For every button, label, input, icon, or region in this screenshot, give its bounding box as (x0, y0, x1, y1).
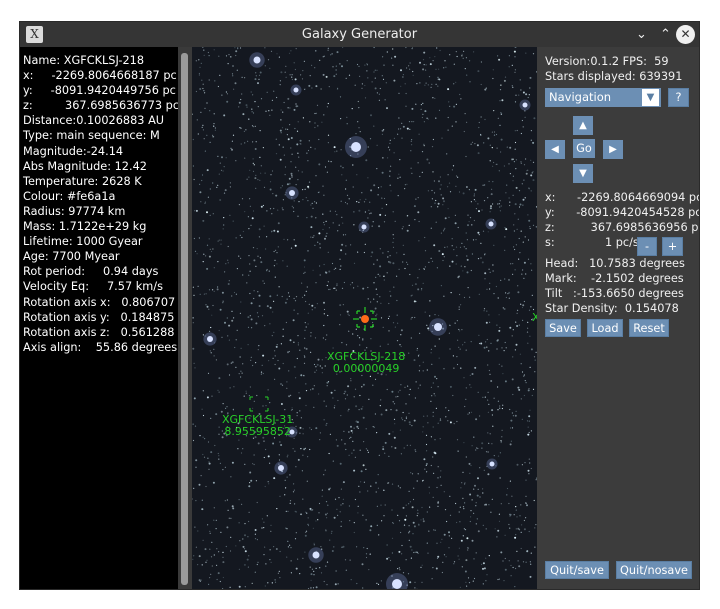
info-type: Type: main sequence: M (23, 129, 160, 143)
splitter-handle[interactable] (181, 53, 188, 585)
speed-text: s: 1 pc/s (545, 236, 639, 249)
info-lifetime: Lifetime: 1000 Gyear (23, 235, 143, 249)
info-velocity: Velocity Eq: 7.57 km/s (23, 280, 163, 294)
chevron-down-icon[interactable]: ▼ (642, 89, 659, 106)
info-x: x: -2269.8064668187 pc (23, 69, 177, 83)
info-magnitude: Magnitude:-24.14 (23, 144, 124, 158)
reset-button[interactable]: Reset (629, 319, 669, 337)
quit-nosave-button[interactable]: Quit/nosave (616, 561, 692, 579)
nav-left-button[interactable]: ◀ (545, 140, 565, 159)
starfield-canvas[interactable] (192, 47, 537, 590)
coord-z-text: z: 367.6985636956 pc (545, 221, 700, 234)
info-colour: Colour: #fe6a1a (23, 189, 116, 203)
load-button[interactable]: Load (587, 319, 623, 337)
control-panel: Version:0.1.2 FPS: 59 Stars displayed: 6… (537, 47, 700, 589)
info-z: z: 367.6985636773 pc (23, 99, 180, 113)
info-rot-axis-z: Rotation axis z: 0.561288 (23, 325, 175, 339)
info-y: y: -8091.9420449756 pc (23, 84, 176, 98)
nav-down-button[interactable]: ▼ (573, 164, 593, 183)
nav-up-button[interactable]: ▲ (573, 116, 593, 135)
star-density-text: Star Density: 0.154078 (545, 302, 679, 315)
selected-star-distance: 0.00000049 (332, 362, 400, 375)
stars-displayed-text: Stars displayed: 639391 (545, 70, 683, 83)
save-button[interactable]: Save (545, 319, 581, 337)
info-radius: Radius: 97774 km (23, 204, 126, 218)
go-button[interactable]: Go (573, 139, 595, 158)
info-age: Age: 7700 Myear (23, 250, 120, 264)
mode-select-value: Navigation (549, 90, 612, 104)
mark-text: Mark: -2.1502 degrees (545, 272, 684, 285)
help-button[interactable]: ? (668, 88, 689, 107)
panel-splitter[interactable] (178, 47, 192, 589)
other-star-distance: 8.95595852 (224, 425, 291, 438)
info-mass: Mass: 1.7122e+29 kg (23, 220, 147, 234)
window-title: Galaxy Generator (301, 27, 418, 42)
speed-minus-button[interactable]: - (637, 237, 657, 256)
info-distance: Distance:0.10026883 AU (23, 114, 165, 128)
info-name: Name: XGFCKLSJ-218 (23, 54, 145, 67)
info-abs-magnitude: Abs Magnitude: 12.42 (23, 159, 147, 173)
heading-text: Head: 10.7583 degrees (545, 257, 685, 270)
nav-right-button[interactable]: ▶ (603, 140, 623, 159)
star-info-panel: Name: XGFCKLSJ-218 x: -2269.8064668187 p… (20, 47, 180, 589)
app-window: X Galaxy Generator ⌄ ⌃ ✕ Name: XGFCKLSJ-… (19, 21, 700, 590)
version-text: Version:0.1.2 FPS: 59 (545, 55, 669, 68)
info-rot-axis-x: Rotation axis x: 0.806707 (23, 295, 176, 309)
selected-star-label: XGFCKLSJ-218 0.00000049 (327, 351, 405, 375)
maximize-button[interactable]: ⌃ (656, 25, 675, 44)
tilt-text: Tilt :-153.6650 degrees (545, 287, 684, 300)
starfield-view[interactable]: XGFCKLSJ-218 0.00000049 XGFCKLSJ-31 8.95… (192, 47, 537, 590)
info-rot-period: Rot period: 0.94 days (23, 265, 159, 279)
info-axis-align: Axis align: 55.86 degrees (23, 340, 178, 354)
info-temperature: Temperature: 2628 K (23, 174, 142, 188)
speed-plus-button[interactable]: + (662, 237, 683, 256)
coord-x-text: x: -2269.8064669094 pc (545, 191, 700, 204)
info-rot-axis-y: Rotation axis y: 0.184875 (23, 310, 175, 324)
minimize-button[interactable]: ⌄ (632, 25, 651, 44)
title-bar[interactable]: X Galaxy Generator ⌄ ⌃ ✕ (20, 22, 699, 47)
quit-save-button[interactable]: Quit/save (545, 561, 609, 579)
close-button[interactable]: ✕ (676, 25, 695, 44)
mode-select[interactable]: Navigation ▼ (545, 88, 661, 107)
coord-y-text: y: -8091.9420454528 pc (545, 206, 700, 219)
other-star-label: XGFCKLSJ-31 8.95595852 (222, 414, 293, 438)
